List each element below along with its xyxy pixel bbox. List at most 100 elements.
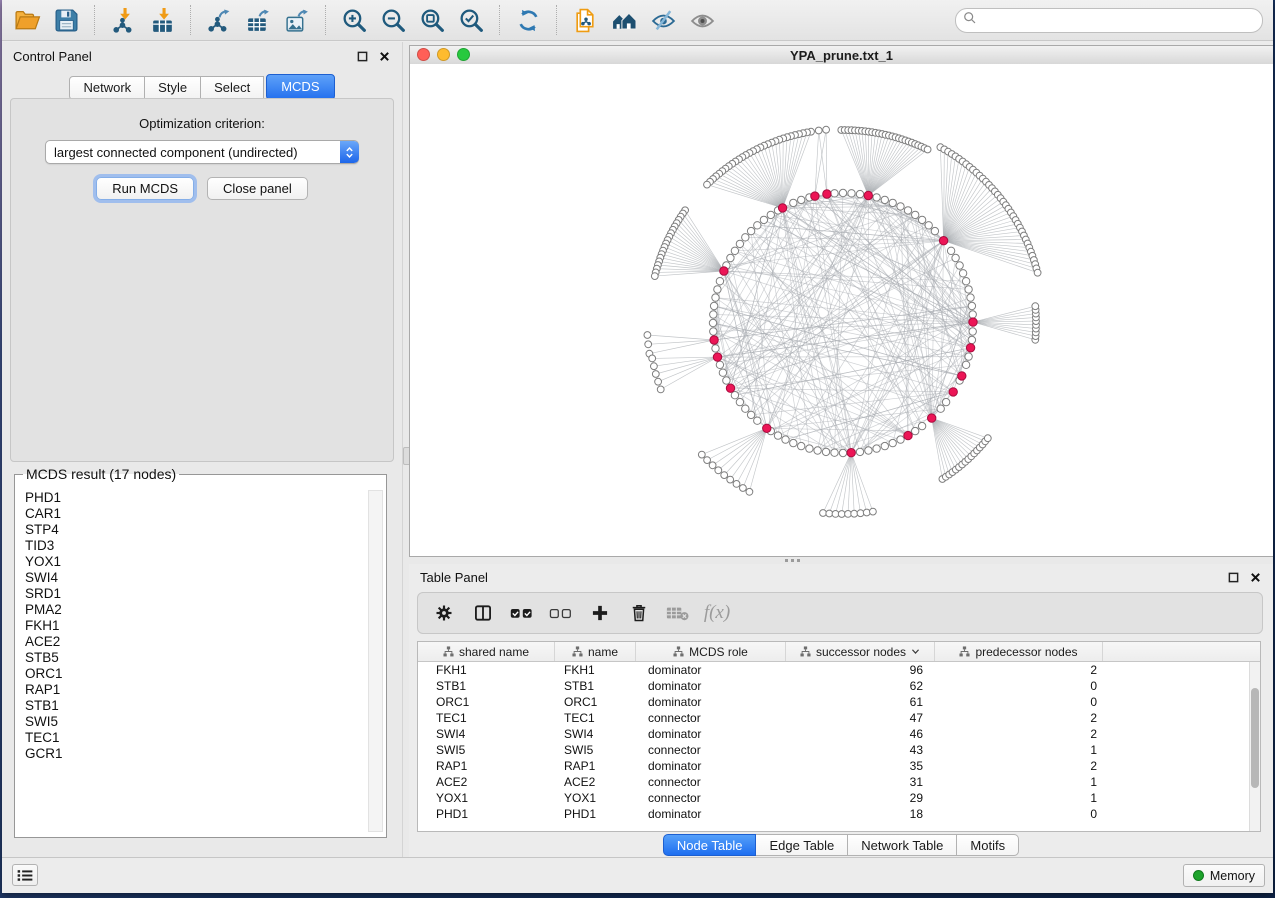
- add-column-icon[interactable]: [588, 601, 612, 625]
- search-box[interactable]: [955, 8, 1263, 33]
- clone-network-icon[interactable]: [570, 5, 600, 35]
- mcds-result-node[interactable]: YOX1: [25, 554, 368, 570]
- import-table-icon[interactable]: [147, 5, 177, 35]
- mcds-list-scrollbar[interactable]: [368, 490, 383, 832]
- cell-mcds-role[interactable]: connector: [636, 710, 786, 726]
- cell-name[interactable]: SWI4: [555, 726, 636, 742]
- zoom-selected-icon[interactable]: [456, 5, 486, 35]
- cell-mcds-role[interactable]: dominator: [636, 694, 786, 710]
- cell-mcds-role[interactable]: dominator: [636, 758, 786, 774]
- cell-mcds-role[interactable]: connector: [636, 790, 786, 806]
- zoom-fit-icon[interactable]: [417, 5, 447, 35]
- mcds-result-node[interactable]: SRD1: [25, 586, 368, 602]
- cell-predecessor-nodes[interactable]: 0: [935, 678, 1103, 694]
- tab-mcds[interactable]: MCDS: [266, 74, 334, 100]
- cell-name[interactable]: ORC1: [555, 694, 636, 710]
- memory-button[interactable]: Memory: [1183, 864, 1265, 887]
- network-canvas[interactable]: [410, 64, 1273, 556]
- splitter-handle-dots[interactable]: [785, 559, 803, 562]
- mcds-result-node[interactable]: TEC1: [25, 730, 368, 746]
- cell-shared-name[interactable]: PHD1: [418, 806, 555, 822]
- cell-name[interactable]: STB1: [555, 678, 636, 694]
- mcds-result-list[interactable]: PHD1CAR1STP4TID3YOX1SWI4SRD1PMA2FKH1ACE2…: [16, 490, 368, 833]
- column-header-predecessor-nodes[interactable]: predecessor nodes: [935, 642, 1103, 661]
- export-network-icon[interactable]: [204, 5, 234, 35]
- mcds-result-node[interactable]: GCR1: [25, 746, 368, 762]
- cell-successor-nodes[interactable]: 31: [786, 774, 935, 790]
- table-scrollbar-thumb[interactable]: [1251, 688, 1259, 788]
- mcds-result-node[interactable]: STP4: [25, 522, 368, 538]
- cell-successor-nodes[interactable]: 43: [786, 742, 935, 758]
- cell-predecessor-nodes[interactable]: 0: [935, 806, 1103, 822]
- cell-successor-nodes[interactable]: 35: [786, 758, 935, 774]
- show-columns-icon[interactable]: [471, 601, 495, 625]
- cell-predecessor-nodes[interactable]: 1: [935, 774, 1103, 790]
- cell-mcds-role[interactable]: dominator: [636, 678, 786, 694]
- zoom-in-icon[interactable]: [339, 5, 369, 35]
- mcds-result-node[interactable]: CAR1: [25, 506, 368, 522]
- tab-select[interactable]: Select: [201, 76, 264, 100]
- export-table-icon[interactable]: [243, 5, 273, 35]
- cell-shared-name[interactable]: FKH1: [418, 662, 555, 678]
- mcds-result-node[interactable]: TID3: [25, 538, 368, 554]
- cell-name[interactable]: ACE2: [555, 774, 636, 790]
- cell-successor-nodes[interactable]: 46: [786, 726, 935, 742]
- cell-successor-nodes[interactable]: 18: [786, 806, 935, 822]
- cell-predecessor-nodes[interactable]: 1: [935, 790, 1103, 806]
- cell-predecessor-nodes[interactable]: 2: [935, 726, 1103, 742]
- tab-network[interactable]: Network: [69, 76, 145, 100]
- search-input[interactable]: [981, 12, 1255, 29]
- open-file-icon[interactable]: [12, 5, 42, 35]
- delete-column-icon[interactable]: [627, 601, 651, 625]
- tab-motifs[interactable]: Motifs: [957, 834, 1019, 856]
- tab-network-table[interactable]: Network Table: [848, 834, 957, 856]
- cell-predecessor-nodes[interactable]: 2: [935, 758, 1103, 774]
- optimization-criterion-select[interactable]: largest connected component (undirected): [45, 140, 359, 164]
- cell-successor-nodes[interactable]: 47: [786, 710, 935, 726]
- cell-predecessor-nodes[interactable]: 2: [935, 662, 1103, 678]
- cell-name[interactable]: TEC1: [555, 710, 636, 726]
- table-row[interactable]: TEC1TEC1connector472: [418, 710, 1249, 726]
- show-eye-icon[interactable]: [687, 5, 717, 35]
- table-row[interactable]: ORC1ORC1dominator610: [418, 694, 1249, 710]
- mcds-result-node[interactable]: PMA2: [25, 602, 368, 618]
- cell-name[interactable]: RAP1: [555, 758, 636, 774]
- save-session-icon[interactable]: [51, 5, 81, 35]
- cell-predecessor-nodes[interactable]: 1: [935, 742, 1103, 758]
- cell-mcds-role[interactable]: dominator: [636, 662, 786, 678]
- tab-edge-table[interactable]: Edge Table: [756, 834, 848, 856]
- mcds-result-node[interactable]: RAP1: [25, 682, 368, 698]
- cell-successor-nodes[interactable]: 62: [786, 678, 935, 694]
- mcds-result-node[interactable]: STB1: [25, 698, 368, 714]
- hide-eye-icon[interactable]: [648, 5, 678, 35]
- mcds-result-node[interactable]: ORC1: [25, 666, 368, 682]
- close-table-panel-icon[interactable]: [1249, 571, 1262, 584]
- cell-shared-name[interactable]: ORC1: [418, 694, 555, 710]
- cell-shared-name[interactable]: SWI4: [418, 726, 555, 742]
- mcds-result-node[interactable]: SWI4: [25, 570, 368, 586]
- table-row[interactable]: FKH1FKH1dominator962: [418, 662, 1249, 678]
- panel-splitter-horizontal[interactable]: [409, 557, 1273, 564]
- column-header-MCDS-role[interactable]: MCDS role: [636, 642, 786, 661]
- table-scrollbar[interactable]: [1249, 662, 1260, 831]
- table-row[interactable]: PHD1PHD1dominator180: [418, 806, 1249, 822]
- table-settings-icon[interactable]: [432, 601, 456, 625]
- table-row[interactable]: SWI4SWI4dominator462: [418, 726, 1249, 742]
- mcds-result-node[interactable]: PHD1: [25, 490, 368, 506]
- export-image-icon[interactable]: [282, 5, 312, 35]
- table-row[interactable]: ACE2ACE2connector311: [418, 774, 1249, 790]
- window-close-icon[interactable]: [417, 48, 430, 61]
- deselect-all-rows-icon[interactable]: [549, 601, 573, 625]
- cell-shared-name[interactable]: TEC1: [418, 710, 555, 726]
- mcds-result-node[interactable]: FKH1: [25, 618, 368, 634]
- mcds-result-node[interactable]: STB5: [25, 650, 368, 666]
- mcds-result-node[interactable]: SWI5: [25, 714, 368, 730]
- cell-mcds-role[interactable]: dominator: [636, 726, 786, 742]
- cell-successor-nodes[interactable]: 29: [786, 790, 935, 806]
- table-row[interactable]: RAP1RAP1dominator352: [418, 758, 1249, 774]
- cell-predecessor-nodes[interactable]: 2: [935, 710, 1103, 726]
- cell-successor-nodes[interactable]: 61: [786, 694, 935, 710]
- cell-mcds-role[interactable]: connector: [636, 774, 786, 790]
- tab-node-table[interactable]: Node Table: [663, 834, 757, 856]
- import-network-icon[interactable]: [108, 5, 138, 35]
